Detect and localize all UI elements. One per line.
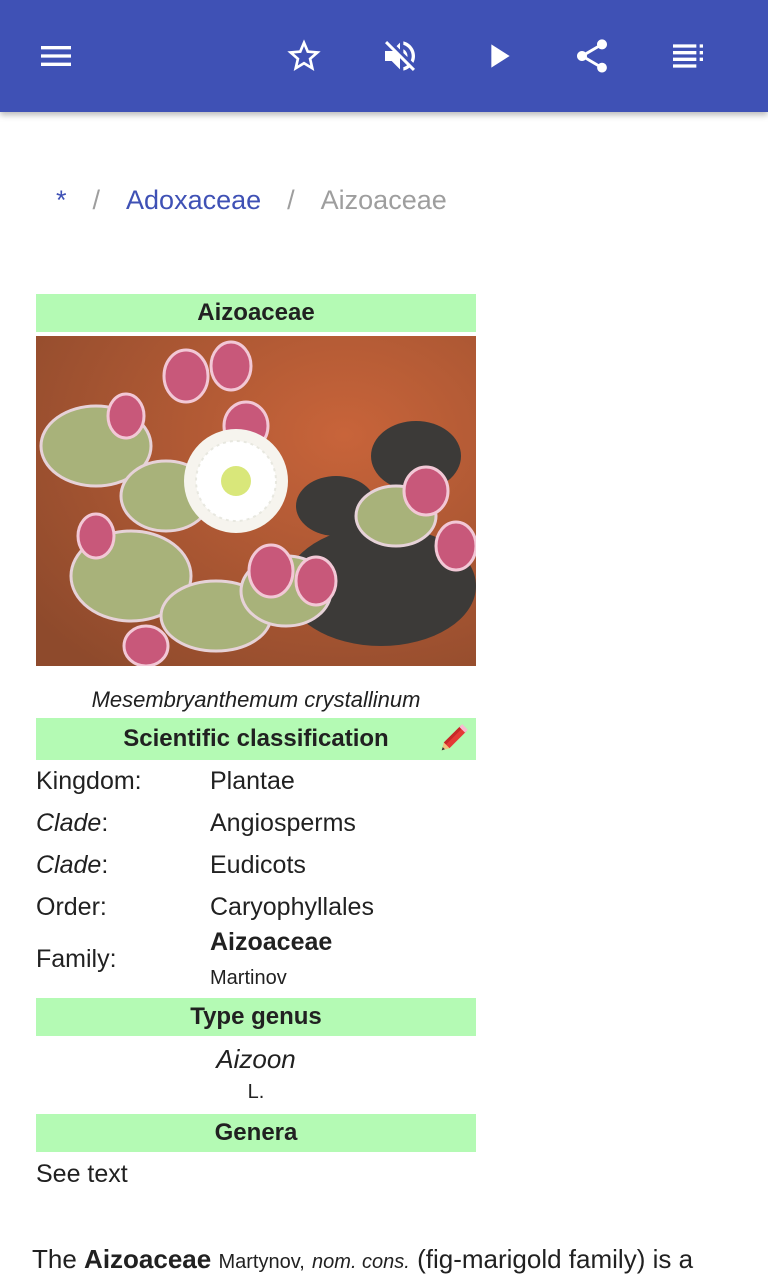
contents-button[interactable] (660, 28, 716, 84)
lead-term: Aizoaceae (84, 1244, 212, 1274)
playlist-icon (673, 44, 703, 68)
breadcrumb-parent-link[interactable]: Adoxaceae (126, 185, 261, 216)
play-button[interactable] (470, 28, 526, 84)
plant-photo[interactable] (36, 336, 476, 666)
classification-header: Scientific classification (36, 718, 476, 760)
rank-value[interactable]: Plantae (210, 767, 476, 796)
menu-icon (41, 46, 71, 66)
type-genus: Aizoon L. (36, 1036, 476, 1104)
rank-value[interactable]: Eudicots (210, 851, 476, 880)
share-button[interactable] (564, 28, 620, 84)
type-genus-name[interactable]: Aizoon (36, 1044, 476, 1075)
breadcrumb-current: Aizoaceae (320, 184, 447, 215)
genera-header: Genera (36, 1114, 476, 1152)
breadcrumb-separator: / (287, 184, 295, 215)
genera-value: See text (36, 1160, 128, 1188)
image-caption: Mesembryanthemum crystallinum (91, 687, 421, 712)
classification-row-clade: Clade: Eudicots (36, 844, 476, 886)
share-icon (577, 39, 607, 73)
rank-label: Family: (36, 944, 117, 973)
favorite-button[interactable] (276, 28, 332, 84)
rank-label: Order: (36, 892, 107, 921)
classification-row-kingdom: Kingdom: Plantae (36, 760, 476, 802)
taxobox: Aizoaceae Mesembryanthemum crystallinum … (36, 294, 476, 1189)
star-outline-icon (287, 39, 321, 71)
family-authority[interactable]: Martinov (210, 967, 332, 990)
rank-label: Kingdom: (36, 766, 142, 795)
volume-off-icon (385, 41, 415, 71)
type-genus-authority[interactable]: L. (36, 1081, 476, 1104)
rank-value[interactable]: Caryophyllales (210, 893, 476, 922)
lead-author[interactable]: Martynov, (218, 1251, 304, 1273)
menu-button[interactable] (28, 28, 84, 84)
play-icon (491, 44, 510, 68)
rank-label[interactable]: Clade: (36, 851, 210, 880)
rank-label[interactable]: Clade: (36, 809, 210, 838)
breadcrumb-separator: / (92, 184, 101, 215)
classification-row-family: Family: Aizoaceae Martinov (36, 928, 476, 990)
family-name: Aizoaceae (210, 928, 333, 956)
breadcrumb: * / Adoxaceae / Aizoaceae (56, 180, 447, 220)
type-genus-header: Type genus (36, 998, 476, 1036)
app-bar (0, 0, 768, 112)
article-lead-paragraph: The Aizoaceae Martynov, nom. cons. (fig-… (32, 1244, 693, 1275)
pencil-edit-icon[interactable] (436, 722, 470, 756)
breadcrumb-root-link[interactable]: * (56, 185, 67, 216)
lead-rest: (fig-marigold family) is a (417, 1244, 694, 1274)
classification-header-label: Scientific classification (123, 725, 389, 752)
classification-row-order: Order: Caryophyllales (36, 886, 476, 928)
mute-button[interactable] (372, 28, 428, 84)
rank-value[interactable]: Angiosperms (210, 809, 476, 838)
lead-status[interactable]: nom. cons. (312, 1251, 410, 1273)
lead-prefix: The (32, 1244, 77, 1274)
plant-photo-image (36, 336, 476, 666)
classification-row-clade: Clade: Angiosperms (36, 802, 476, 844)
taxobox-title: Aizoaceae (36, 294, 476, 332)
family-value: Aizoaceae Martinov (210, 928, 332, 990)
